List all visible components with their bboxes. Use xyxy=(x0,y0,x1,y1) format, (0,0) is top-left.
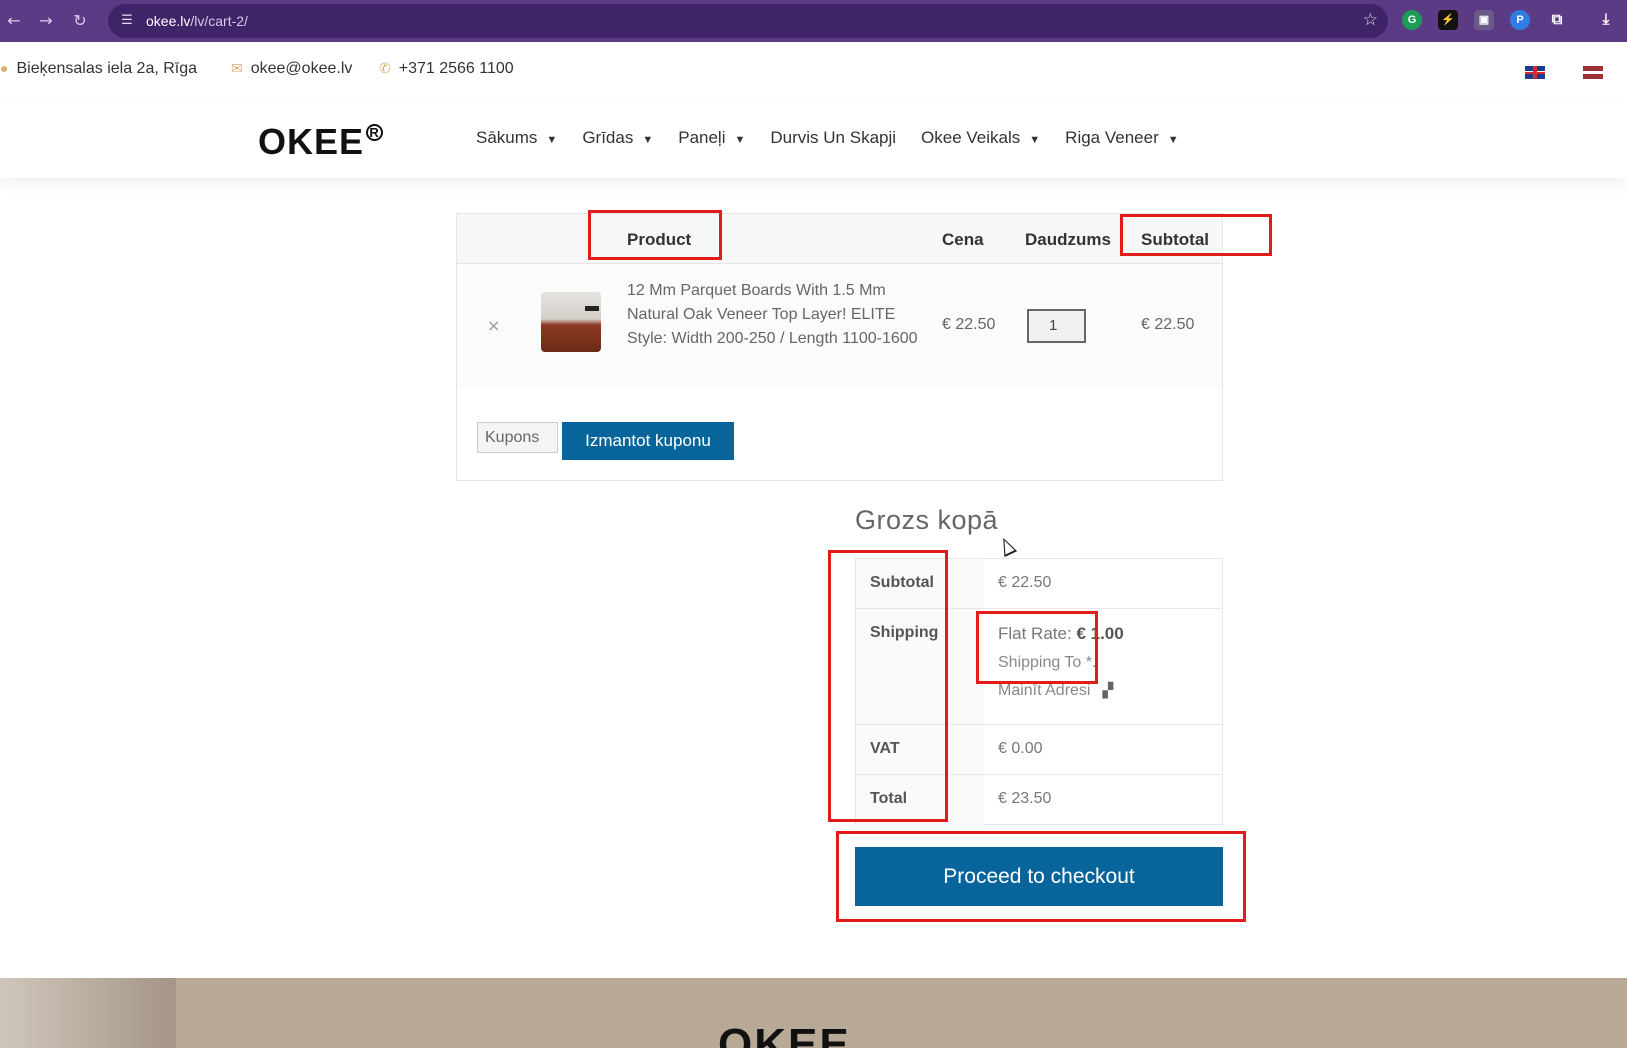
item-price: € 22.50 xyxy=(942,316,996,333)
map-pin-icon: ● xyxy=(0,60,9,76)
caret-down-icon: ▼ xyxy=(1029,134,1041,146)
site-info-icon[interactable]: ☰ xyxy=(118,12,136,30)
bolt-extension-icon[interactable]: ⚡ xyxy=(1438,10,1458,30)
site-logo[interactable]: OKEE R xyxy=(258,124,384,160)
footer-logo[interactable]: OKEE xyxy=(718,1020,851,1048)
address-info: ● Bieķensalas iela 2a, Rīga xyxy=(0,60,198,77)
phone-info[interactable]: ✆ +371 2566 1100 xyxy=(379,60,514,78)
apply-coupon-button[interactable]: Izmantot kuponu xyxy=(562,422,734,460)
p-extension-icon[interactable]: P xyxy=(1510,10,1530,30)
product-name-link[interactable]: 12 Mm Parquet Boards With 1.5 Mm Natural… xyxy=(627,279,927,351)
mouse-cursor-icon xyxy=(996,534,1018,558)
menu-item-paneli[interactable]: Paneļi ▼ xyxy=(678,128,745,148)
subtotal-value: € 22.50 xyxy=(998,574,1052,591)
extension-icon[interactable]: ▣ xyxy=(1474,10,1494,30)
coupon-input[interactable]: Kupons xyxy=(477,422,558,453)
menu-item-gridas[interactable]: Grīdas ▼ xyxy=(582,128,653,148)
forward-icon[interactable]: → xyxy=(34,9,58,33)
uk-flag-icon[interactable] xyxy=(1525,66,1545,79)
address-bar[interactable]: ☰ okee.lv/lv/cart-2/ ☆ xyxy=(108,4,1388,38)
total-value: € 23.50 xyxy=(998,790,1052,807)
contact-bar: ● Bieķensalas iela 2a, Rīga ✉ okee@okee.lv… xyxy=(0,42,1627,100)
main-menu: Sākums ▼ Grīdas ▼ Paneļi ▼ Durvis Un Skapji… xyxy=(476,128,1204,148)
cart-totals-title: Grozs kopā xyxy=(855,505,999,535)
reload-icon[interactable]: ↻ xyxy=(68,9,92,33)
site-footer: OKEE xyxy=(0,978,1627,1048)
envelope-icon: ✉ xyxy=(231,60,243,76)
menu-item-sakums[interactable]: Sākums ▼ xyxy=(476,128,557,148)
change-address-link[interactable]: Mainīt Adresi ▞ xyxy=(998,682,1222,700)
annotation-box-total-labels xyxy=(828,550,948,822)
caret-down-icon: ▼ xyxy=(734,134,746,146)
phone-icon: ✆ xyxy=(379,60,391,76)
quantity-input[interactable]: 1 xyxy=(1027,309,1086,343)
cart-table: Product Cena Daudzums Subtotal × 12 Mm P… xyxy=(456,213,1223,481)
bookmark-star-icon[interactable]: ☆ xyxy=(1363,10,1378,30)
remove-item-icon[interactable]: × xyxy=(487,316,500,335)
annotation-box-subtotal-header xyxy=(1120,214,1272,256)
annotation-box-product xyxy=(588,210,722,260)
menu-item-durvis[interactable]: Durvis Un Skapji xyxy=(770,128,896,148)
latvia-flag-icon[interactable] xyxy=(1583,66,1603,79)
email-info[interactable]: ✉ okee@okee.lv xyxy=(231,60,352,78)
truck-icon: ▞ xyxy=(1102,682,1114,698)
caret-down-icon: ▼ xyxy=(546,134,558,146)
back-icon[interactable]: ← xyxy=(2,9,26,33)
url-text[interactable]: okee.lv/lv/cart-2/ xyxy=(146,13,248,29)
cart-item-row: × 12 Mm Parquet Boards With 1.5 Mm Natur… xyxy=(457,264,1222,387)
registered-mark-icon: R xyxy=(366,124,384,141)
site-header: OKEE R Sākums ▼ Grīdas ▼ Paneļi ▼ Durvis Un … xyxy=(0,100,1627,178)
product-thumbnail[interactable] xyxy=(541,292,601,352)
puzzle-extensions-icon[interactable]: ⧉ xyxy=(1547,10,1567,30)
caret-down-icon: ▼ xyxy=(642,134,654,146)
browser-toolbar: ← → ↻ ☰ okee.lv/lv/cart-2/ ☆ G ⚡ ▣ P ⧉ ⤓ xyxy=(0,0,1627,42)
column-price: Cena xyxy=(942,230,984,249)
vat-value: € 0.00 xyxy=(998,740,1043,757)
annotation-box-shipping-rate xyxy=(976,611,1098,684)
column-quantity: Daudzums xyxy=(1025,230,1111,249)
menu-item-okee-veikals[interactable]: Okee Veikals ▼ xyxy=(921,128,1040,148)
item-subtotal: € 22.50 xyxy=(1141,316,1195,333)
caret-down-icon: ▼ xyxy=(1167,134,1179,146)
grammarly-extension-icon[interactable]: G xyxy=(1402,10,1422,30)
download-icon[interactable]: ⤓ xyxy=(1596,10,1616,30)
menu-item-riga-veneer[interactable]: Riga Veneer ▼ xyxy=(1065,128,1178,148)
cart-table-header: Product Cena Daudzums Subtotal xyxy=(457,214,1222,264)
annotation-box-checkout xyxy=(836,831,1246,922)
footer-background-image xyxy=(0,978,176,1048)
